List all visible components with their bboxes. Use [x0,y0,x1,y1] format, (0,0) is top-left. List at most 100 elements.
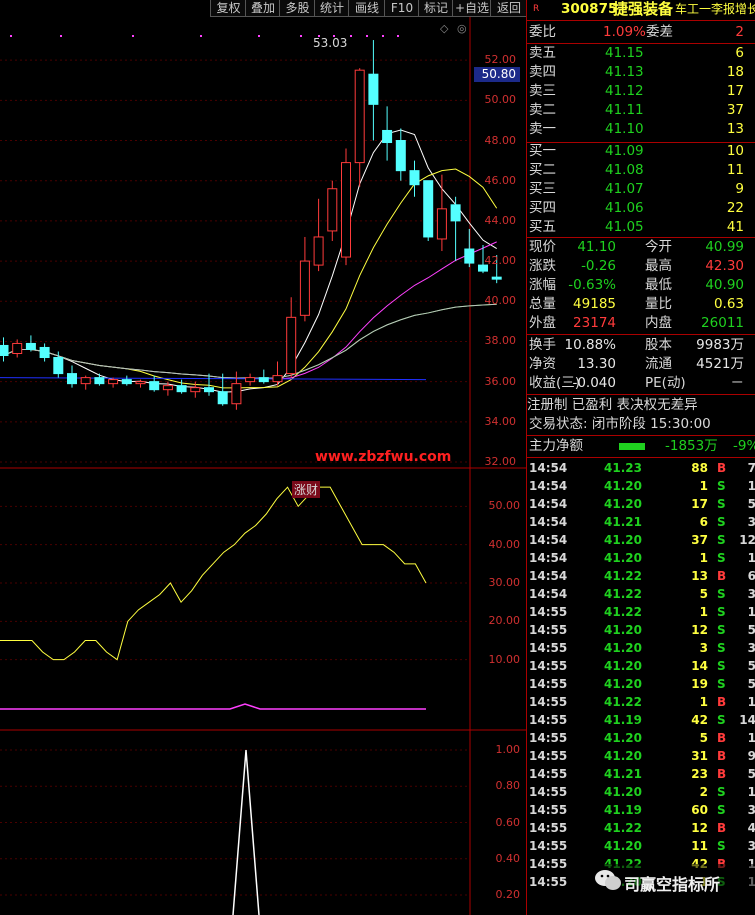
candle[interactable] [464,228,475,268]
indicator-title[interactable]: 涨财 [292,481,321,498]
tick-row[interactable]: 14:54 41.23 88 B 7 [527,459,755,477]
level-label: 卖一 [529,121,556,137]
toolbar-button-7[interactable]: +自选 [452,0,491,17]
tick-time: 14:55 [529,605,568,619]
tick-row[interactable]: 14:55 41.22 12 B 4 [527,819,755,837]
candle[interactable] [258,369,269,384]
candle[interactable] [327,180,338,241]
share-row: 收益(三) -0.040 PE(动) － [527,374,755,393]
candle[interactable] [12,339,23,358]
tick-row[interactable]: 14:55 41.20 11 S 3 [527,837,755,855]
price-tick: 32.00 [484,455,517,468]
candle[interactable] [395,128,406,181]
stat-row: 涨幅 -0.63% 最低 40.90 [527,276,755,295]
tick-price: 41.20 [604,731,642,745]
tick-row[interactable]: 14:55 41.20 2 S 1 [527,783,755,801]
toolbar-button-4[interactable]: 画线 [348,0,385,17]
candle[interactable] [121,375,132,386]
tick-row[interactable]: 14:55 41.22 1 S 1 [527,603,755,621]
candle[interactable] [382,106,393,161]
candle[interactable] [39,343,50,362]
tick-row[interactable]: 14:55 41.20 19 S 5 [527,675,755,693]
toolbar-button-2[interactable]: 多股 [279,0,315,17]
candle[interactable] [80,375,91,390]
bid-level[interactable]: 买三 41.07 9 [527,180,755,199]
tick-side: B [717,767,727,781]
zoom-icon[interactable]: ◎ [457,22,467,35]
tick-row[interactable]: 14:55 41.21 23 B 5 [527,765,755,783]
level-volume: 6 [735,45,744,61]
tick-count: 3 [747,803,755,817]
candle[interactable] [450,196,461,262]
tick-row[interactable]: 14:55 41.19 60 S 3 [527,801,755,819]
ask-level[interactable]: 卖二 41.11 37 [527,101,755,120]
candle[interactable] [423,180,434,241]
tick-row[interactable]: 14:54 41.21 6 S 3 [527,513,755,531]
toolbar-button-6[interactable]: 标记 [418,0,453,17]
tick-row[interactable]: 14:54 41.20 1 S 1 [527,549,755,567]
tick-time: 14:55 [529,749,568,763]
candle[interactable] [94,373,105,386]
tick-side: S [717,605,726,619]
ask-level[interactable]: 卖三 41.12 17 [527,82,755,101]
candle[interactable] [368,40,379,141]
candle[interactable] [272,361,283,386]
level-volume: 22 [726,200,744,216]
price-tick: 44.00 [484,213,517,227]
stat-label: 今开 [645,239,672,255]
tick-row[interactable]: 14:55 41.19 42 S 14 [527,711,755,729]
candle[interactable] [25,335,36,352]
stat-row: 涨跌 -0.26 最高 42.30 [527,257,755,276]
candle[interactable] [67,365,77,388]
tick-side: S [717,641,726,655]
toolbar-button-5[interactable]: F10 [384,0,419,17]
candle[interactable] [354,68,365,187]
ask-level[interactable]: 卖四 41.13 18 [527,63,755,82]
tick-time: 14:55 [529,659,568,673]
tick-row[interactable]: 14:54 41.22 5 S 3 [527,585,755,603]
candle[interactable] [436,174,447,252]
candle[interactable] [231,371,242,410]
bid-level[interactable]: 买四 41.06 22 [527,199,755,218]
bid-level[interactable]: 买二 41.08 11 [527,161,755,180]
candle[interactable] [176,379,187,394]
tick-row[interactable]: 14:55 41.20 31 B 9 [527,747,755,765]
tick-price: 41.20 [604,659,642,673]
bid-level[interactable]: 买五 41.05 41 [527,218,755,237]
tick-row[interactable]: 14:54 41.20 1 S 1 [527,477,755,495]
tick-time: 14:54 [529,587,568,601]
stock-header: R 300875 捷强装备 车工一李报增长 [527,0,755,19]
toolbar-button-3[interactable]: 统计 [314,0,349,17]
tick-row[interactable]: 14:55 41.20 12 S 5 [527,621,755,639]
expand-icon[interactable]: ◇ [440,22,448,35]
ma-line [3,168,498,389]
tick-row[interactable]: 14:54 41.20 17 S 5 [527,495,755,513]
tick-row[interactable]: 14:54 41.22 13 B 6 [527,567,755,585]
ask-level[interactable]: 卖一 41.10 13 [527,120,755,139]
tick-volume: 42 [691,713,708,727]
candle[interactable] [245,373,256,386]
tick-row[interactable]: 14:55 41.20 5 B 1 [527,729,755,747]
kline-chart-area[interactable] [0,17,526,915]
news-marquee[interactable]: 车工一李报增长 [675,0,755,19]
bid-level[interactable]: 买一 41.09 10 [527,142,755,161]
tick-price: 41.20 [604,641,642,655]
toolbar-button-8[interactable]: 返回 [490,0,527,17]
tick-row[interactable]: 14:55 41.20 14 S 5 [527,657,755,675]
tick-row[interactable]: 14:55 41.20 3 S 3 [527,639,755,657]
share-label: 换手 [529,337,556,353]
candle[interactable] [286,297,297,378]
tick-row[interactable]: 14:54 41.20 37 S 12 [527,531,755,549]
tick-volume: 5 [699,587,708,601]
ask-level[interactable]: 卖五 41.15 6 [527,44,755,63]
level-price: 41.05 [605,219,644,235]
stat-row: 现价 41.10 今开 40.99 [527,238,755,257]
candle[interactable] [299,236,310,322]
candle[interactable] [409,160,420,197]
toolbar-button-0[interactable]: 复权 [210,0,246,17]
candle[interactable] [313,198,324,272]
tick-row[interactable]: 14:55 41.22 1 B 1 [527,693,755,711]
toolbar-button-1[interactable]: 叠加 [245,0,280,17]
candle[interactable] [341,148,351,266]
stat-label: 涨跌 [529,258,556,274]
